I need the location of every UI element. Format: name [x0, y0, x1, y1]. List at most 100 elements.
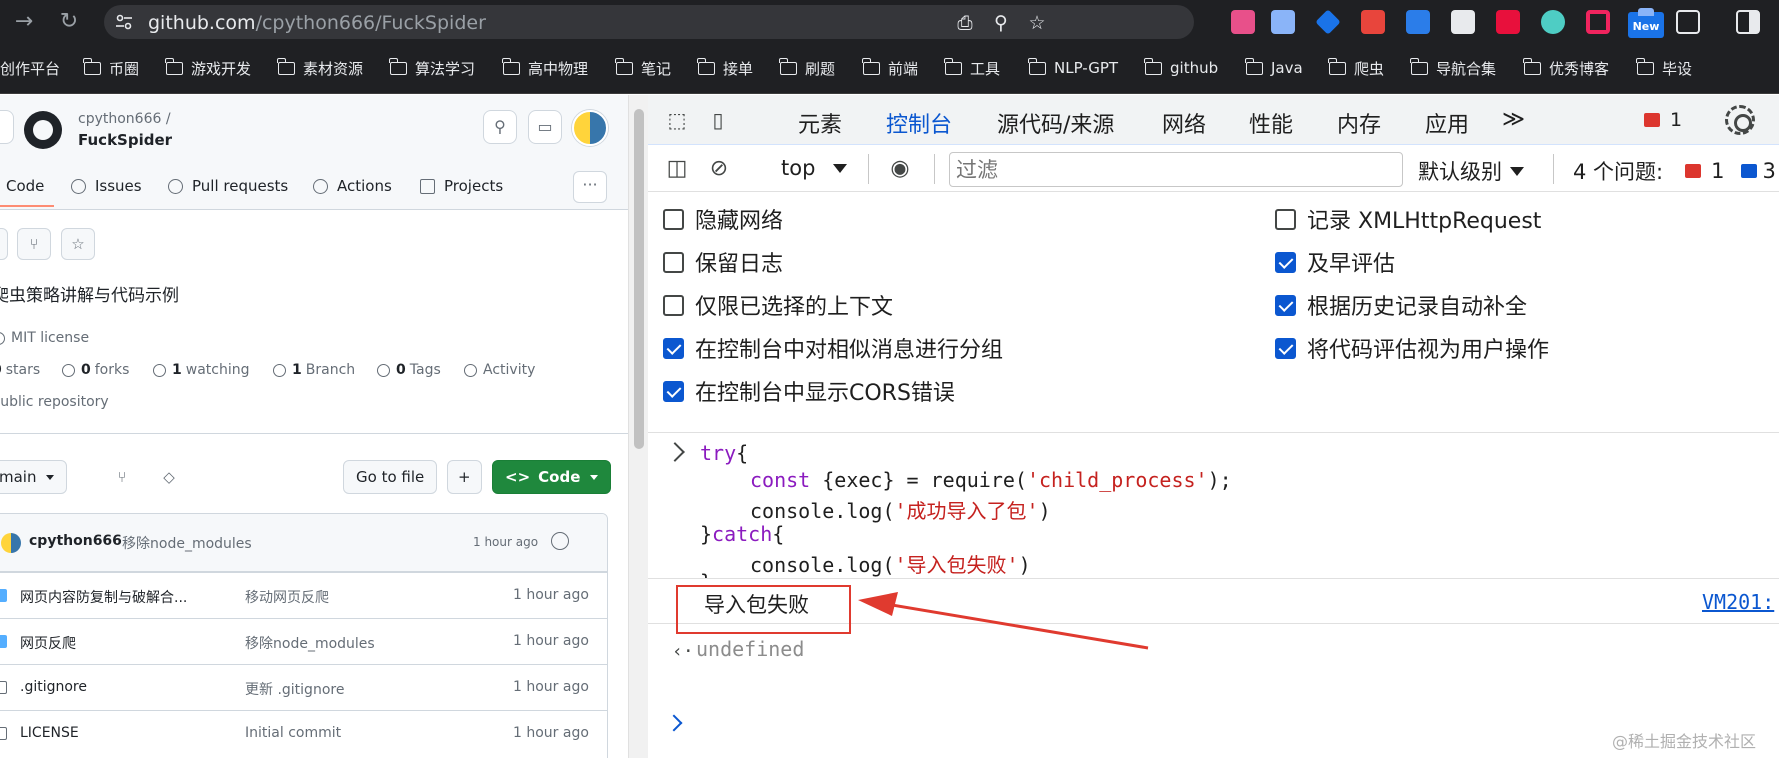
- bookmark-folder[interactable]: 优秀博客: [1523, 57, 1609, 79]
- table-row[interactable]: .gitignore 更新 .gitignore 1 hour ago: [0, 664, 607, 710]
- checkbox-checked[interactable]: [1275, 294, 1296, 316]
- tab-network[interactable]: 网络: [1162, 107, 1206, 139]
- console-output[interactable]: try{ const {exec} = require('child_proce…: [648, 435, 1779, 758]
- search-icon[interactable]: ⚲: [483, 110, 517, 144]
- setting-preserve-log[interactable]: 保留日志: [663, 246, 783, 278]
- table-row[interactable]: LICENSE Initial commit 1 hour ago: [0, 710, 607, 756]
- bookmark-folder[interactable]: 接单: [697, 57, 753, 79]
- tab-actions[interactable]: Actions: [313, 177, 392, 195]
- reload-icon[interactable]: ↻: [55, 8, 83, 36]
- extension-circle-icon[interactable]: [1541, 10, 1565, 34]
- source-link[interactable]: VM201:: [1702, 590, 1774, 614]
- watching-link[interactable]: 1 watching: [153, 362, 250, 378]
- console-prompt-icon[interactable]: [665, 714, 683, 732]
- bookmark-folder[interactable]: Java: [1245, 57, 1303, 79]
- context-selector[interactable]: top: [781, 156, 848, 180]
- bookmark-folder[interactable]: 导航合集: [1410, 57, 1496, 79]
- inspect-element-icon[interactable]: ⬚: [662, 105, 692, 135]
- add-file-button[interactable]: +: [447, 460, 482, 494]
- device-toolbar-icon[interactable]: ▯: [703, 105, 733, 135]
- tab-issues[interactable]: Issues: [71, 177, 142, 195]
- table-row[interactable]: 网页反爬 移除node_modules 1 hour ago: [0, 618, 607, 664]
- table-row[interactable]: 网页内容防复制与破解合... 移动网页反爬 1 hour ago: [0, 572, 607, 618]
- extension-cursor-icon[interactable]: [1496, 10, 1520, 34]
- user-avatar[interactable]: [572, 110, 608, 146]
- tab-projects[interactable]: Projects: [420, 177, 503, 195]
- bookmark-item[interactable]: 创作平台: [0, 57, 60, 79]
- repo-owner[interactable]: cpython666 /: [78, 111, 171, 127]
- tab-elements[interactable]: 元素: [798, 107, 842, 139]
- sidebar-toggle-icon[interactable]: ◫: [662, 154, 692, 184]
- install-app-icon[interactable]: ⎙: [954, 12, 976, 34]
- bookmark-folder[interactable]: github: [1144, 57, 1218, 79]
- tab-console[interactable]: 控制台: [865, 107, 973, 151]
- forward-icon[interactable]: →: [10, 8, 38, 36]
- checkbox[interactable]: [663, 208, 684, 230]
- bookmark-star-icon[interactable]: ☆: [1026, 12, 1048, 34]
- tab-sources[interactable]: 源代码/来源: [997, 107, 1114, 139]
- stars-link[interactable]: 0stars: [0, 362, 40, 378]
- branch-selector[interactable]: main: [0, 460, 68, 494]
- tab-performance[interactable]: 性能: [1249, 107, 1293, 139]
- filter-input[interactable]: [949, 152, 1403, 187]
- branches-icon[interactable]: ⑂: [112, 467, 132, 487]
- page-scrollbar[interactable]: [628, 95, 648, 758]
- extension-new-badge[interactable]: New: [1628, 8, 1664, 38]
- tab-memory[interactable]: 内存: [1337, 107, 1381, 139]
- zoom-icon[interactable]: ⚲: [990, 12, 1012, 34]
- setting-hide-network[interactable]: 隐藏网络: [663, 203, 783, 235]
- tab-code[interactable]: Code: [0, 177, 55, 207]
- history-icon[interactable]: [551, 532, 569, 550]
- menu-button[interactable]: [0, 110, 14, 144]
- checkbox-checked[interactable]: [1275, 251, 1296, 273]
- settings-gear-icon[interactable]: [1725, 105, 1755, 135]
- tags-link[interactable]: 0 Tags: [377, 362, 441, 378]
- bookmark-folder[interactable]: 高中物理: [502, 57, 588, 79]
- go-to-file-button[interactable]: Go to file: [343, 460, 438, 494]
- bookmark-folder[interactable]: 算法学习: [389, 57, 475, 79]
- setting-autocomplete-history[interactable]: 根据历史记录自动补全: [1275, 289, 1527, 321]
- commit-message[interactable]: 移除node_modules: [245, 633, 375, 653]
- issues-counter[interactable]: 4 个问题: 1 3: [1573, 156, 1776, 186]
- activity-link[interactable]: Activity: [464, 362, 535, 378]
- checkbox-checked[interactable]: [663, 380, 684, 402]
- inbox-icon[interactable]: ▭: [528, 110, 562, 144]
- setting-group-similar[interactable]: 在控制台中对相似消息进行分组: [663, 332, 1003, 364]
- avatar[interactable]: [1, 533, 21, 553]
- code-button[interactable]: <> Code: [492, 460, 612, 494]
- address-bar[interactable]: github.com/cpython666/FuckSpider ⎙ ⚲ ☆: [104, 5, 1194, 39]
- file-name[interactable]: 网页内容防复制与破解合...: [20, 587, 187, 607]
- setting-selected-context-only[interactable]: 仅限已选择的上下文: [663, 289, 893, 321]
- site-info-icon[interactable]: [116, 14, 132, 30]
- setting-eager-evaluation[interactable]: 及早评估: [1275, 246, 1395, 278]
- extensions-puzzle-icon[interactable]: [1676, 10, 1700, 34]
- repo-name[interactable]: FuckSpider: [78, 131, 172, 149]
- commit-message[interactable]: Initial commit: [245, 725, 341, 741]
- forks-link[interactable]: 0 forks: [62, 362, 129, 378]
- checkbox-checked[interactable]: [663, 337, 684, 359]
- commit-author[interactable]: cpython666: [29, 533, 122, 549]
- file-name[interactable]: 网页反爬: [20, 633, 76, 653]
- tab-application[interactable]: 应用: [1425, 107, 1469, 139]
- bookmark-folder[interactable]: 毕设: [1636, 57, 1692, 79]
- clear-console-icon[interactable]: ⊘: [704, 154, 734, 184]
- license-link[interactable]: MIT license: [0, 330, 89, 346]
- bookmark-folder[interactable]: 刷题: [779, 57, 835, 79]
- log-level-selector[interactable]: 默认级别: [1418, 156, 1524, 186]
- tab-pull-requests[interactable]: Pull requests: [168, 177, 288, 195]
- bookmark-folder[interactable]: 游戏开发: [165, 57, 251, 79]
- extension-qrcode-icon[interactable]: [1451, 10, 1475, 34]
- checkbox[interactable]: [1275, 208, 1296, 230]
- watch-button[interactable]: [0, 228, 8, 260]
- bookmark-folder[interactable]: NLP-GPT: [1028, 57, 1118, 79]
- bookmark-folder[interactable]: 工具: [944, 57, 1000, 79]
- tag-icon[interactable]: ◇: [159, 467, 179, 487]
- commit-message[interactable]: 更新 .gitignore: [245, 679, 344, 699]
- extension-robot-icon[interactable]: [1271, 10, 1295, 34]
- setting-user-activation[interactable]: 将代码评估视为用户操作: [1275, 332, 1549, 364]
- extension-square-icon[interactable]: [1586, 10, 1610, 34]
- bookmark-folder[interactable]: 笔记: [615, 57, 671, 79]
- file-name[interactable]: LICENSE: [20, 725, 79, 741]
- github-logo-icon[interactable]: [24, 111, 62, 149]
- bookmark-folder[interactable]: 前端: [862, 57, 918, 79]
